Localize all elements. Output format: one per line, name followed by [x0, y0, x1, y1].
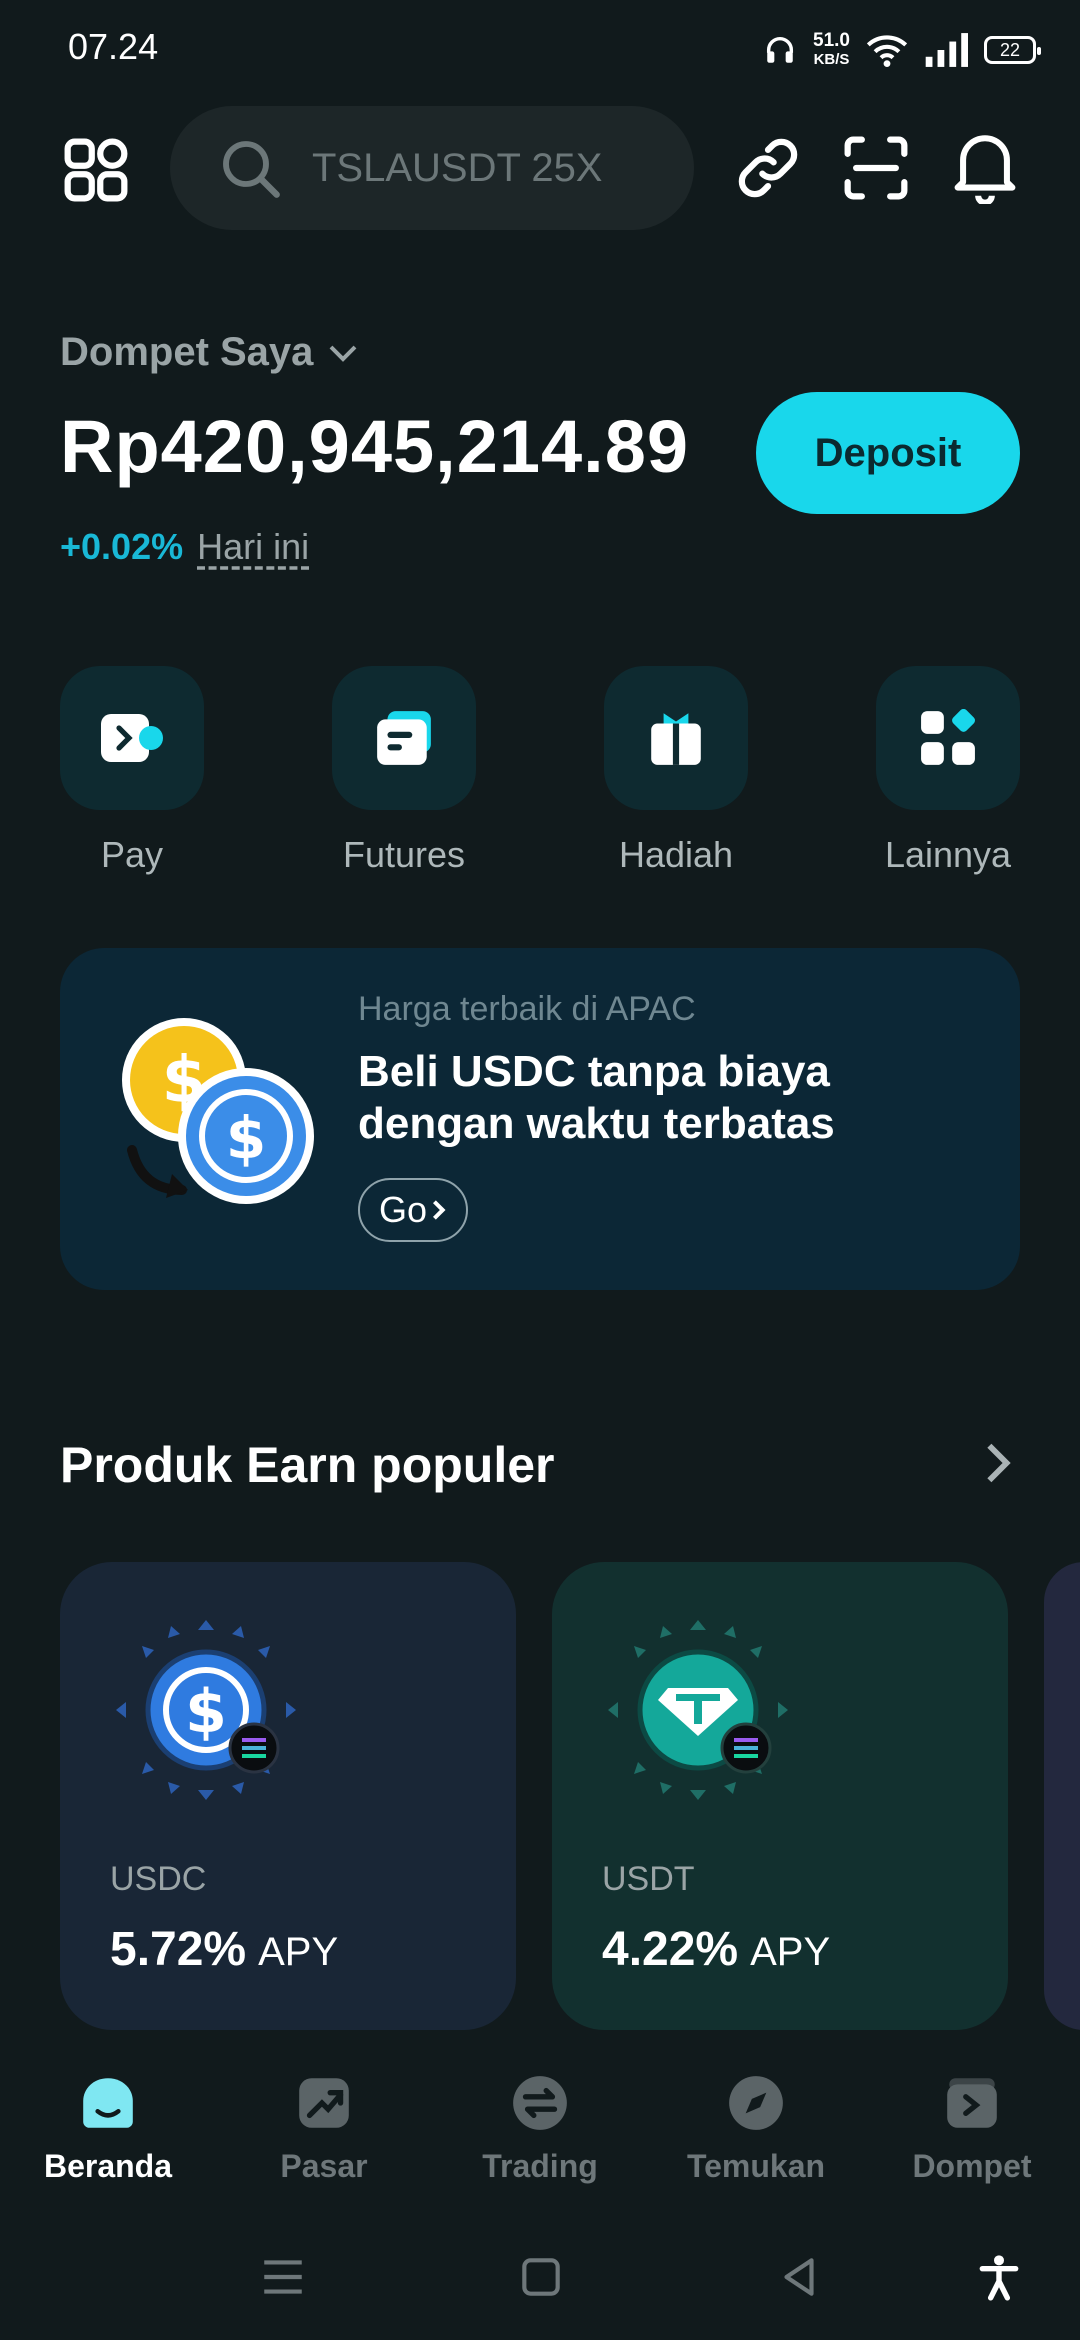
- svg-text:$: $: [185, 1677, 227, 1747]
- wifi-icon: [866, 35, 908, 67]
- apy-value: 5.72%: [110, 1923, 247, 1976]
- shortcut-pay[interactable]: Pay: [60, 666, 204, 876]
- home-icon: [83, 2078, 133, 2128]
- nav-label: Pasar: [280, 2148, 368, 2184]
- gift-tile: [604, 666, 748, 810]
- nav-label: Temukan: [686, 2148, 826, 2184]
- bell-icon[interactable]: [952, 130, 1018, 204]
- earn-card-apy: 4.22% APY: [602, 1922, 830, 1977]
- wallet-balance: Rp420,945,214.89: [60, 405, 690, 488]
- apps-icon[interactable]: [62, 136, 130, 204]
- earn-card-usdt[interactable]: USDT 4.22% APY: [552, 1562, 1008, 2030]
- wallet-icon: [947, 2078, 997, 2128]
- pay-icon: [101, 714, 163, 762]
- usdc-coins-illustration: $ $: [122, 1018, 314, 1204]
- signal-icon: [925, 33, 968, 67]
- link-icon[interactable]: [734, 134, 802, 202]
- go-label: Go: [378, 1189, 428, 1230]
- deposit-button[interactable]: Deposit: [756, 392, 1020, 514]
- status-time: 07.24: [68, 26, 159, 67]
- nav-temukan[interactable]: Temukan: [656, 2072, 856, 2185]
- banner-title: Beli USDC tanpa biaya dengan waktu terba…: [358, 1047, 835, 1148]
- usdt-coin-icon: [608, 1620, 788, 1800]
- shortcut-label: Hadiah: [618, 834, 734, 875]
- discover-icon: [729, 2076, 783, 2130]
- nav-label: Trading: [482, 2148, 598, 2184]
- shortcut-lainnya[interactable]: Lainnya: [876, 666, 1020, 876]
- battery-level: 22: [999, 39, 1021, 60]
- earn-card-apy: 5.72% APY: [110, 1922, 338, 1977]
- gift-icon: [651, 713, 701, 765]
- scan-icon[interactable]: [842, 134, 910, 202]
- wallet-label: Dompet Saya: [60, 330, 314, 374]
- shortcut-hadiah[interactable]: Hadiah: [604, 666, 748, 876]
- earn-section-title: Produk Earn populer: [60, 1437, 555, 1493]
- trading-icon: [513, 2076, 567, 2130]
- wallet-selector[interactable]: Dompet Saya: [60, 330, 359, 375]
- chevron-down-icon: [330, 345, 357, 362]
- banner-kicker: Harga terbaik di APAC: [358, 990, 696, 1028]
- status-icons: 51.0 KB/S 22: [763, 24, 1041, 76]
- change-period[interactable]: Hari ini: [197, 526, 309, 568]
- bottom-navigation: Beranda Pasar Trading Temukan Dompet: [0, 2050, 1080, 2222]
- back-icon[interactable]: [774, 2252, 824, 2302]
- earn-card-usdc[interactable]: $ USDC 5.72% APY: [60, 1562, 516, 2030]
- battery-icon: 22: [984, 36, 1041, 64]
- headphones-icon: [766, 37, 794, 63]
- search-input[interactable]: TSLAUSDT 25X: [170, 106, 694, 230]
- change-percentage: +0.02%: [60, 526, 184, 567]
- more-icon: [921, 709, 976, 765]
- apy-label: APY: [258, 1930, 339, 1974]
- chevron-right-icon[interactable]: [980, 1440, 1016, 1486]
- menu-icon[interactable]: [258, 2252, 308, 2302]
- svg-text:$: $: [226, 1104, 266, 1172]
- shortcut-label: Lainnya: [884, 834, 1012, 875]
- earn-card-partial[interactable]: [1044, 1562, 1080, 2030]
- chevron-right-icon: [433, 1200, 446, 1220]
- nav-pasar[interactable]: Pasar: [224, 2072, 424, 2185]
- home-button-icon[interactable]: [516, 2252, 566, 2302]
- balance-change: +0.02% Hari ini: [60, 526, 309, 568]
- network-speed: 51.0 KB/S: [813, 31, 850, 69]
- nav-beranda[interactable]: Beranda: [8, 2072, 208, 2185]
- more-tile: [876, 666, 1020, 810]
- shortcut-label: Pay: [100, 834, 164, 875]
- shortcut-futures[interactable]: Futures: [332, 666, 476, 876]
- nav-trading[interactable]: Trading: [440, 2072, 640, 2185]
- usdc-coin-icon: $: [116, 1620, 296, 1800]
- net-speed-value: 51.0: [813, 30, 850, 51]
- futures-icon: [377, 711, 431, 765]
- nav-dompet[interactable]: Dompet: [872, 2072, 1072, 2185]
- apy-label: APY: [750, 1930, 831, 1974]
- pay-tile: [60, 666, 204, 810]
- net-speed-unit: KB/S: [813, 51, 850, 68]
- apy-value: 4.22%: [602, 1923, 739, 1976]
- market-icon: [299, 2078, 349, 2128]
- system-navigation-bar: [0, 2222, 1080, 2340]
- banner-go-button[interactable]: Go: [358, 1178, 468, 1242]
- nav-label: Dompet: [912, 2148, 1032, 2184]
- search-placeholder: TSLAUSDT 25X: [312, 145, 603, 190]
- nav-label: Beranda: [43, 2148, 173, 2184]
- earn-card-name: USDC: [110, 1860, 207, 1898]
- promo-banner[interactable]: $ $ Harga terbaik di APAC Beli USDC tanp…: [60, 948, 1020, 1290]
- futures-tile: [332, 666, 476, 810]
- search-icon: [223, 141, 280, 198]
- accessibility-icon[interactable]: [974, 2252, 1024, 2302]
- shortcut-label: Futures: [342, 834, 466, 875]
- earn-card-name: USDT: [602, 1860, 695, 1898]
